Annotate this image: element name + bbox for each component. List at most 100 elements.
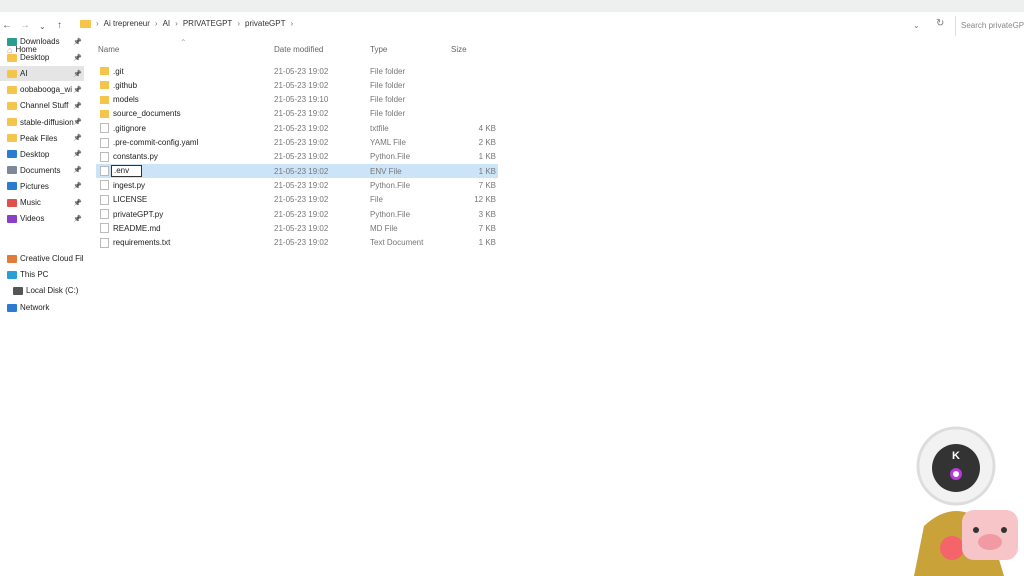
file-date: 21-05-23 19:02 xyxy=(274,180,329,190)
sidebar-item[interactable]: Peak Files 📌 xyxy=(0,131,84,146)
file-date: 21-05-23 19:02 xyxy=(274,123,329,133)
sidebar-item-label: AI xyxy=(20,69,28,79)
file-row[interactable]: privateGPT.py 21-05-23 19:02 Python.File 3 … xyxy=(96,207,498,221)
file-name: README.md xyxy=(113,223,161,233)
crumb[interactable]: privateGPT xyxy=(245,19,285,28)
refresh-icon[interactable]: ↻ xyxy=(936,18,944,29)
breadcrumb[interactable]: › Ai trepreneur › AI › PRIVATEGPT › privateG… xyxy=(80,19,293,28)
file-row[interactable]: source_documents 21-05-23 19:02 File folde… xyxy=(96,107,498,121)
file-row[interactable]: .env 21-05-23 19:02 ENV File 1 KB xyxy=(96,164,498,179)
sidebar-item[interactable]: Local Disk (C:) xyxy=(0,283,84,298)
file-date: 21-05-23 19:02 xyxy=(274,238,329,248)
sidebar-item-label: stable-diffusion xyxy=(20,117,74,127)
sidebar-item[interactable]: Music 📌 xyxy=(0,195,84,210)
file-size: 12 KB xyxy=(474,195,496,205)
search-input[interactable]: Search privateGPT xyxy=(955,16,1024,36)
pin-icon: 📌 xyxy=(73,135,82,143)
file-row[interactable]: .github 21-05-23 19:02 File folder xyxy=(96,78,498,92)
file-name: .pre-commit-config.yaml xyxy=(113,138,199,147)
sidebar-item[interactable]: Creative Cloud Files xyxy=(0,251,84,266)
column-size[interactable]: Size xyxy=(451,45,467,54)
file-name: ingest.py xyxy=(113,180,146,190)
folder-icon xyxy=(7,182,17,191)
folder-icon xyxy=(100,109,109,118)
sidebar-item[interactable]: Downloads 📌 xyxy=(0,34,84,49)
pin-icon: 📌 xyxy=(73,167,82,175)
sidebar-item[interactable]: Documents 📌 xyxy=(0,163,84,178)
crumb[interactable]: Ai trepreneur xyxy=(104,19,150,28)
file-row[interactable]: README.md 21-05-23 19:02 MD File 7 KB xyxy=(96,221,498,235)
sidebar-item[interactable]: This PC xyxy=(0,267,84,282)
file-icon xyxy=(100,237,109,248)
recent-dropdown-icon[interactable]: ⌄ xyxy=(39,22,46,31)
pin-icon: 📌 xyxy=(73,119,82,126)
file-icon xyxy=(100,137,109,148)
file-name: privateGPT.py xyxy=(113,209,164,219)
file-row[interactable]: .gitignore 21-05-23 19:02 txtfile 4 KB xyxy=(96,121,498,135)
sidebar-item[interactable]: Channel Stuff 📌 xyxy=(0,98,84,113)
file-row[interactable]: ingest.py 21-05-23 19:02 Python.File 7 KB xyxy=(96,178,498,192)
sidebar-item[interactable]: Desktop 📌 xyxy=(0,50,84,65)
pin-icon: 📌 xyxy=(73,199,82,207)
file-date: 21-05-23 19:02 xyxy=(274,80,329,90)
sidebar-item[interactable]: Videos 📌 xyxy=(0,211,84,226)
back-button[interactable]: ← xyxy=(2,20,12,31)
file-row[interactable]: constants.py 21-05-23 19:02 Python.File 1 K… xyxy=(96,150,498,164)
column-date[interactable]: Date modified xyxy=(274,45,323,54)
file-size: 1 KB xyxy=(478,152,496,162)
sidebar-item-label: Documents xyxy=(20,165,61,175)
pin-icon: 📌 xyxy=(73,54,82,62)
file-name: requirements.txt xyxy=(113,238,171,248)
streamer-avatar-overlay: K xyxy=(914,426,1018,576)
folder-icon xyxy=(100,81,109,90)
sidebar-item[interactable]: AI 📌 xyxy=(0,66,84,82)
folder-icon xyxy=(7,150,17,159)
file-type: MD File xyxy=(370,223,398,233)
address-dropdown-icon[interactable]: ⌄ xyxy=(913,21,920,30)
pin-icon: 📌 xyxy=(73,102,82,110)
file-name: constants.py xyxy=(113,152,158,162)
folder-icon xyxy=(7,303,17,312)
file-icon xyxy=(100,209,109,219)
file-type: File folder xyxy=(370,95,406,105)
file-row[interactable]: .git 21-05-23 19:02 File folder xyxy=(96,64,498,78)
sidebar-item[interactable]: Pictures 📌 xyxy=(0,179,84,194)
file-size: 1 KB xyxy=(478,238,496,248)
forward-button[interactable]: → xyxy=(20,20,30,31)
title-bar xyxy=(0,0,1024,12)
sidebar-item[interactable]: Desktop 📌 xyxy=(0,147,84,162)
file-date: 21-05-23 19:02 xyxy=(274,152,329,162)
crumb[interactable]: AI xyxy=(163,19,171,28)
rename-input[interactable]: .env xyxy=(111,165,143,178)
file-name: models xyxy=(113,95,139,105)
file-type: File folder xyxy=(370,66,406,76)
file-type: Python.File xyxy=(370,152,411,162)
pin-icon: 📌 xyxy=(73,183,82,191)
column-type[interactable]: Type xyxy=(370,45,387,54)
up-button[interactable]: ↑ xyxy=(57,20,62,31)
file-icon xyxy=(100,223,109,234)
file-size: 7 KB xyxy=(478,180,496,190)
folder-icon xyxy=(7,118,17,126)
file-icon xyxy=(100,194,109,205)
pin-icon: 📌 xyxy=(73,215,82,223)
sidebar-item[interactable]: Network xyxy=(0,300,84,315)
file-row[interactable]: .pre-commit-config.yaml 21-05-23 19:02 YAM… xyxy=(96,136,498,150)
file-row[interactable]: requirements.txt 21-05-23 19:02 Text Docum… xyxy=(96,236,498,250)
column-name[interactable]: Name xyxy=(98,45,119,54)
crumb[interactable]: PRIVATEGPT xyxy=(183,19,233,28)
sidebar-item[interactable]: oobabooga_wi 📌 xyxy=(0,82,84,97)
sidebar-item-label: Peak Files xyxy=(20,133,58,143)
folder-icon xyxy=(80,19,91,28)
sidebar-item-label: oobabooga_wi xyxy=(20,85,73,95)
sidebar-item[interactable]: stable-diffusion 📌 xyxy=(0,115,84,130)
folder-icon xyxy=(13,286,23,295)
sidebar-item-label: Network xyxy=(20,303,50,312)
file-type: Python.File xyxy=(370,209,411,219)
file-row[interactable]: models 21-05-23 19:10 File folder xyxy=(96,93,498,107)
file-icon xyxy=(100,180,109,191)
folder-icon xyxy=(7,254,17,263)
sort-indicator-icon: ⌃ xyxy=(180,38,187,47)
file-name: .git xyxy=(113,66,124,76)
file-row[interactable]: LICENSE 21-05-23 19:02 File 12 KB xyxy=(96,193,498,207)
